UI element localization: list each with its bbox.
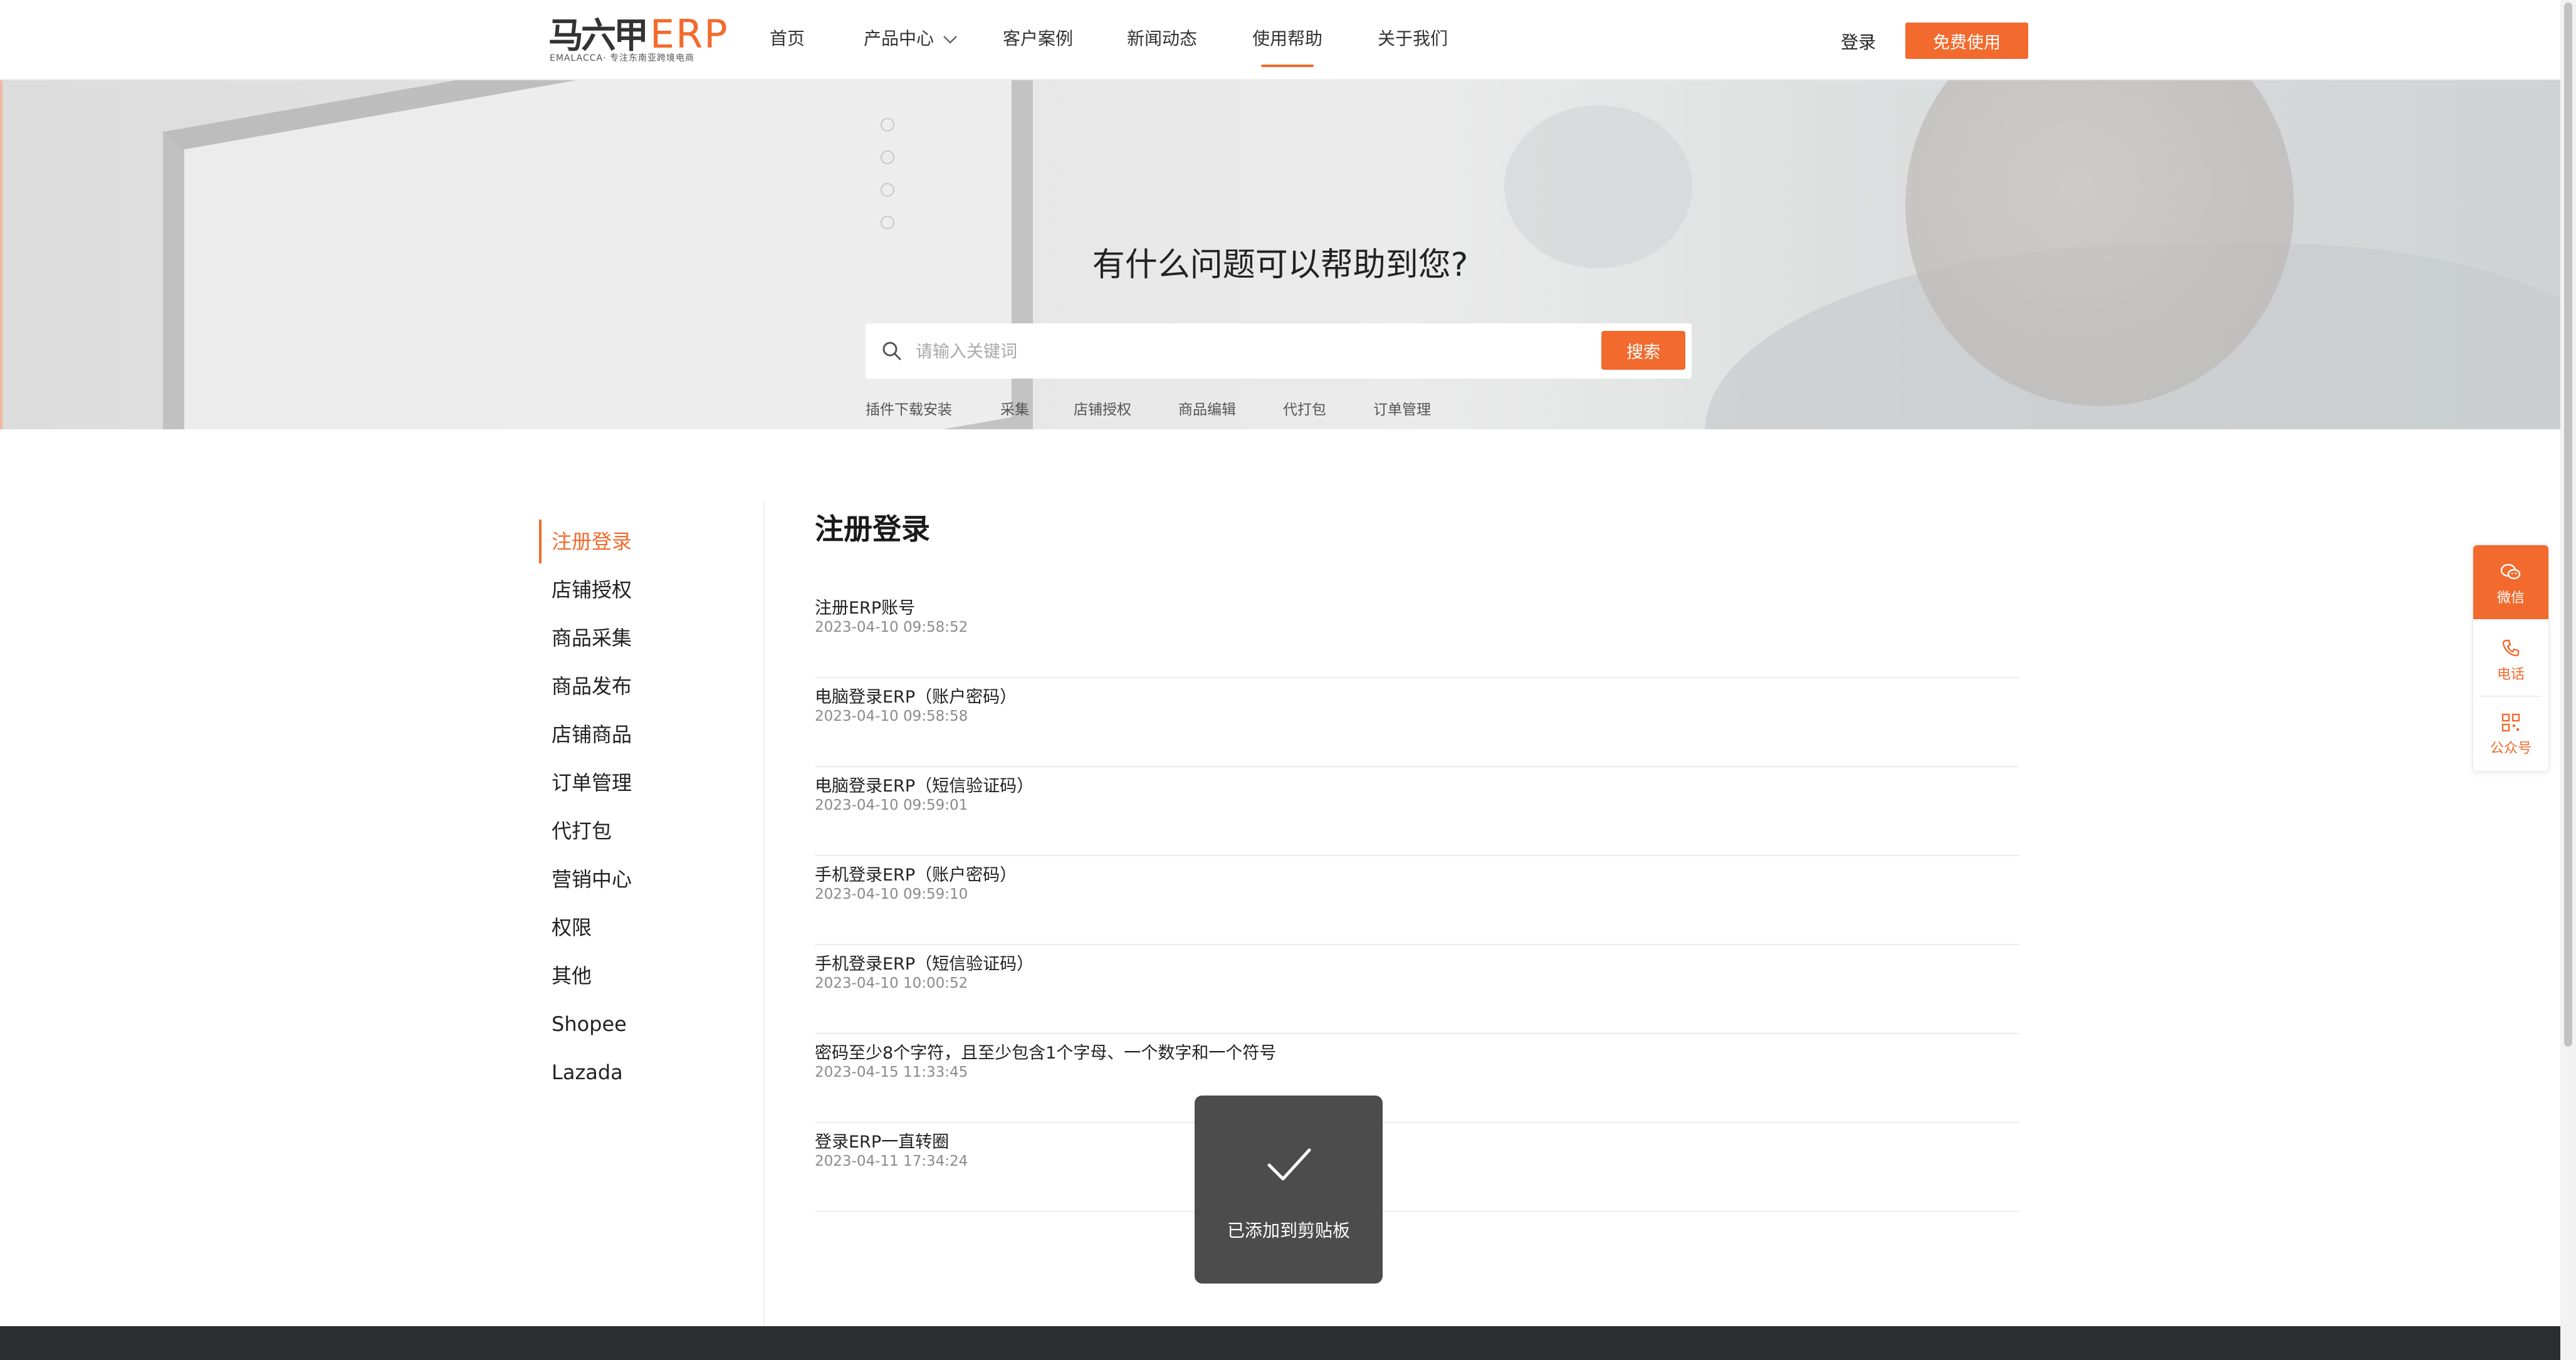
nav-help[interactable]: 使用帮助 [1252,28,1322,67]
list-item[interactable]: 注册ERP账号 2023-04-10 09:58:52 [815,589,2019,678]
chevron-down-icon[interactable] [941,31,959,48]
clipboard-toast: 已添加到剪贴板 [1195,1096,1383,1284]
article-date: 2023-04-10 10:00:52 [815,975,968,991]
toast-message: 已添加到剪贴板 [1227,1220,1350,1241]
hot-tag-shop-auth[interactable]: 店铺授权 [1074,397,1131,419]
hero-title: 有什么问题可以帮助到您? [1092,246,1469,284]
sidebar-item-orders[interactable]: 订单管理 [539,761,632,805]
float-official-account-label: 公众号 [2490,741,2531,756]
free-trial-button[interactable]: 免费使用 [1905,23,2028,59]
sidebar-item-shop-products[interactable]: 店铺商品 [539,713,632,756]
list-item[interactable]: 电脑登录ERP（账户密码） 2023-04-10 09:58:58 [815,678,2019,767]
search-button[interactable]: 搜索 [1601,331,1685,370]
login-link[interactable]: 登录 [1841,29,1876,54]
search-icon [882,342,901,360]
hot-tag-collect[interactable]: 采集 [1000,397,1029,419]
list-item[interactable]: 密码至少8个字符，且至少包含1个字母、一个数字和一个符号 2023-04-15 … [815,1034,2019,1123]
article-title[interactable]: 手机登录ERP（短信验证码） [815,950,1034,975]
nav-home[interactable]: 首页 [770,28,805,50]
logo-erp-text: ERP [650,11,729,57]
logo-cn-text: 马六甲 [548,16,649,56]
hero-decor-dot [881,183,894,197]
float-phone-button[interactable]: 电话 [2473,620,2548,694]
article-date: 2023-04-10 09:59:10 [815,886,968,902]
article-date: 2023-04-11 17:34:24 [815,1153,968,1169]
hero-decor-dot [881,216,894,229]
article-title[interactable]: 电脑登录ERP（账户密码） [815,683,1017,708]
logo-wordmark: 马六甲ERP [548,15,729,54]
nav-news[interactable]: 新闻动态 [1127,28,1197,50]
brand-logo[interactable]: 马六甲ERP EMALACCA· 专注东南亚跨境电商 [548,15,730,65]
hot-tag-orders[interactable]: 订单管理 [1373,397,1431,419]
sidebar-divider [763,501,765,1329]
hero-background-lamp [1504,105,1692,268]
list-item[interactable]: 电脑登录ERP（短信验证码） 2023-04-10 09:59:01 [815,767,2019,856]
sidebar-item-other[interactable]: 其他 [539,954,592,998]
article-date: 2023-04-10 09:58:58 [815,708,968,724]
hero-decor-dot [881,150,894,164]
logo-tagline: EMALACCA· 专注东南亚跨境电商 [550,53,694,63]
hero-decor-dot [881,118,894,132]
article-list: 注册ERP账号 2023-04-10 09:58:52 电脑登录ERP（账户密码… [815,589,2019,1212]
float-phone-label: 电话 [2496,667,2525,683]
phone-icon [2502,639,2520,657]
qrcode-icon [2501,713,2520,732]
check-icon [1267,1148,1311,1181]
article-title[interactable]: 登录ERP一直转圈 [815,1128,949,1153]
sidebar-item-register-login[interactable]: 注册登录 [539,520,632,563]
float-wechat-label: 微信 [2496,590,2525,606]
help-hero-banner: 有什么问题可以帮助到您? 搜索 插件下载安装 采集 店铺授权 商品编辑 代打包 … [0,80,2560,429]
page-scrollbar[interactable] [2560,0,2576,1360]
article-date: 2023-04-10 09:58:52 [815,619,968,636]
scrollbar-thumb[interactable] [2564,3,2572,1047]
sidebar-item-product-collect[interactable]: 商品采集 [539,616,632,660]
article-date: 2023-04-10 09:59:01 [815,797,968,813]
list-item[interactable]: 登录ERP一直转圈 2023-04-11 17:34:24 [815,1123,2019,1212]
sidebar-item-product-publish[interactable]: 商品发布 [539,664,632,708]
nav-products[interactable]: 产品中心 [864,28,934,50]
wechat-icon [2500,563,2521,580]
float-official-account-button[interactable]: 公众号 [2473,696,2548,770]
article-title[interactable]: 电脑登录ERP（短信验证码） [815,772,1034,797]
sidebar-item-shop-auth[interactable]: 店铺授权 [539,568,632,612]
hot-tag-packing[interactable]: 代打包 [1283,397,1326,419]
help-search-box: 搜索 [866,323,1692,379]
top-nav-bar: 马六甲ERP EMALACCA· 专注东南亚跨境电商 首页 产品中心 客户案例 … [0,0,2560,80]
sidebar-item-permissions[interactable]: 权限 [539,906,592,949]
article-title[interactable]: 手机登录ERP（账户密码） [815,861,1017,886]
article-date: 2023-04-15 11:33:45 [815,1064,968,1080]
footer-bar [0,1326,2560,1360]
section-title: 注册登录 [815,512,930,546]
sidebar-item-lazada[interactable]: Lazada [539,1050,623,1094]
article-title[interactable]: 密码至少8个字符，且至少包含1个字母、一个数字和一个符号 [815,1039,1276,1064]
hot-tag-plugin[interactable]: 插件下载安装 [866,397,952,419]
nav-cases[interactable]: 客户案例 [1003,28,1073,50]
sidebar-item-marketing[interactable]: 营销中心 [539,857,632,901]
list-item[interactable]: 手机登录ERP（账户密码） 2023-04-10 09:59:10 [815,856,2019,945]
sidebar-item-shopee[interactable]: Shopee [539,1002,627,1046]
floating-contact-panel: 微信 电话 公众号 [2472,544,2550,772]
search-input[interactable] [914,332,1581,371]
hot-tag-product-edit[interactable]: 商品编辑 [1178,397,1236,419]
article-title[interactable]: 注册ERP账号 [815,594,915,619]
nav-about[interactable]: 关于我们 [1378,28,1448,50]
sidebar-item-packing[interactable]: 代打包 [539,809,612,853]
list-item[interactable]: 手机登录ERP（短信验证码） 2023-04-10 10:00:52 [815,945,2019,1034]
float-wechat-button[interactable]: 微信 [2473,545,2548,619]
